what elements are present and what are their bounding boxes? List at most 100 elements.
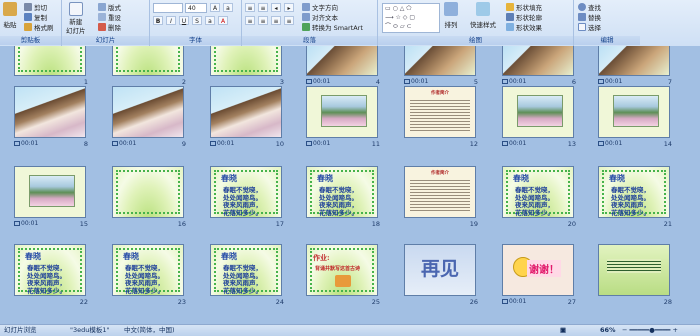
- slide-number: 12: [469, 140, 478, 148]
- slide-thumbnail[interactable]: 作者简介: [404, 166, 476, 218]
- slides-group: 新建 幻灯片 版式 重设 删除 幻灯片: [62, 0, 150, 46]
- copy-icon: [24, 13, 32, 21]
- slide-number: 7: [667, 78, 672, 86]
- slide-thumbnail[interactable]: [502, 46, 574, 76]
- slide-thumbnail[interactable]: [14, 46, 86, 76]
- delete-slide-button[interactable]: 删除: [98, 22, 121, 32]
- status-view: 幻灯片浏览: [4, 326, 37, 334]
- slide-thumbnail[interactable]: 作业: 背诵并默写这首古诗: [306, 244, 378, 296]
- decrease-indent-button[interactable]: ◂: [271, 3, 281, 12]
- slide-thumbnail[interactable]: 春晓 春眠不觉晓， 处处闻啼鸟。 夜来风雨声， 花落知多少。: [502, 166, 574, 218]
- slide-thumbnail[interactable]: [210, 86, 282, 138]
- slide-thumbnail[interactable]: [598, 46, 670, 76]
- book-icon: [335, 275, 351, 287]
- slide-title: 作者简介: [431, 91, 449, 96]
- numbering-button[interactable]: ≡: [258, 3, 268, 12]
- align-left-button[interactable]: ≡: [245, 16, 255, 25]
- grow-font-button[interactable]: A: [210, 3, 220, 12]
- bold-button[interactable]: B: [153, 16, 163, 25]
- new-slide-button[interactable]: 新建 幻灯片: [66, 2, 86, 35]
- slide-title: 作者简介: [431, 171, 449, 176]
- italic-button[interactable]: I: [166, 16, 176, 25]
- slide-title: 春晓: [317, 173, 333, 183]
- strikethrough-button[interactable]: a: [205, 16, 215, 25]
- slide-timing: 00:01: [502, 78, 526, 85]
- shrink-font-button[interactable]: a: [223, 3, 233, 12]
- format-painter-button[interactable]: 格式刷: [24, 22, 54, 32]
- slide-thumbnail[interactable]: 春晓 春眠不觉晓， 处处闻啼鸟。 夜来风雨声， 花落知多少。: [210, 166, 282, 218]
- text-direction-button[interactable]: 文字方向: [302, 2, 338, 12]
- justify-button[interactable]: ≡: [284, 16, 294, 25]
- slide-thumbnail[interactable]: [112, 166, 184, 218]
- slide-thumbnail[interactable]: 再见: [404, 244, 476, 296]
- paste-button[interactable]: 粘贴: [3, 2, 17, 29]
- poem-line: 花落知多少。: [319, 208, 358, 217]
- select-button[interactable]: 选择: [578, 22, 601, 32]
- transition-icon: [598, 141, 604, 146]
- slide-sorter[interactable]: 1 2 3 4 00:01 5 00:01 6 00:01 7 00:01 8 00:01 9 00:01 1…: [0, 46, 700, 324]
- align-text-icon: [302, 13, 310, 21]
- slide-thumbnail[interactable]: [112, 86, 184, 138]
- slide-thumbnail[interactable]: 春晓 春眠不觉晓， 处处闻啼鸟。 夜来风雨声， 花落知多少。: [306, 166, 378, 218]
- group-label: 编辑: [574, 36, 640, 45]
- slide-thumbnail[interactable]: 春晓 春眠不觉晓， 处处闻啼鸟。 夜来风雨声， 花落知多少。: [210, 244, 282, 296]
- slide-number: 22: [79, 298, 88, 306]
- slide-thumbnail[interactable]: [14, 86, 86, 138]
- slide-time: 00:01: [411, 78, 429, 85]
- slide-thumbnail[interactable]: [306, 86, 378, 138]
- slide-thumbnail[interactable]: 作者简介: [404, 86, 476, 138]
- zoom-level: 66%: [600, 326, 616, 334]
- slide-number: 25: [371, 298, 380, 306]
- slide-thumbnail[interactable]: [404, 46, 476, 76]
- zoom-slider[interactable]: − ━━━━━●━━━━ +: [622, 325, 678, 336]
- cut-button[interactable]: 剪切: [24, 2, 47, 12]
- underline-button[interactable]: U: [179, 16, 189, 25]
- shape-outline-button[interactable]: 形状轮廓: [506, 12, 542, 22]
- slide-thumbnail[interactable]: [598, 244, 670, 296]
- poem-line: 花落知多少。: [223, 286, 262, 295]
- slide-thumbnail[interactable]: [306, 46, 378, 76]
- drawing-group: ▭ ○ △ ⬠ ⟶ ☆ ◇ ▢ ⌒ ⬭ ▱ ⊂ 排列 快速样式 形状填充 形状轮廓 …: [378, 0, 574, 46]
- slide-timing: 00:01: [502, 140, 526, 147]
- transition-icon: [306, 79, 312, 84]
- transition-icon: [210, 141, 216, 146]
- find-button[interactable]: 查找: [578, 2, 601, 12]
- slide-timing: 00:01: [14, 220, 38, 227]
- clipboard-group: 粘贴 剪切 复制 格式刷 剪贴板: [0, 0, 62, 46]
- font-color-button[interactable]: A: [218, 16, 228, 25]
- shapes-gallery[interactable]: ▭ ○ △ ⬠ ⟶ ☆ ◇ ▢ ⌒ ⬭ ▱ ⊂: [382, 3, 440, 33]
- copy-button[interactable]: 复制: [24, 12, 47, 22]
- list-buttons: ≡ ≡ ◂ ▸: [245, 3, 295, 12]
- increase-indent-button[interactable]: ▸: [284, 3, 294, 12]
- slide-thumbnail[interactable]: [14, 166, 86, 218]
- layout-button[interactable]: 版式: [98, 2, 121, 12]
- font-group: 40 Aa BIUSaA 字体: [150, 0, 242, 46]
- slide-thumbnail[interactable]: [210, 46, 282, 76]
- find-icon: [578, 3, 586, 11]
- slide-subtitle: 背诵并默写这首古诗: [315, 266, 361, 272]
- shape-fill-button[interactable]: 形状填充: [506, 2, 542, 12]
- slide-thumbnail[interactable]: [502, 86, 574, 138]
- align-right-button[interactable]: ≡: [271, 16, 281, 25]
- quick-styles-button[interactable]: 快速样式: [470, 2, 496, 29]
- font-size-combo[interactable]: 40: [185, 3, 207, 13]
- slide-thumbnail[interactable]: [598, 86, 670, 138]
- slide-timing: 00:01: [112, 140, 136, 147]
- slide-thumbnail[interactable]: 春晓 春眠不觉晓， 处处闻啼鸟。 夜来风雨声， 花落知多少。: [14, 244, 86, 296]
- align-text-button[interactable]: 对齐文本: [302, 12, 338, 22]
- bullets-button[interactable]: ≡: [245, 3, 255, 12]
- slideshow-button[interactable]: ▭: [560, 325, 566, 336]
- reset-button[interactable]: 重设: [98, 12, 121, 22]
- shape-effects-button[interactable]: 形状效果: [506, 22, 542, 32]
- shadow-button[interactable]: S: [192, 16, 202, 25]
- slide-thumbnail[interactable]: 春晓 春眠不觉晓， 处处闻啼鸟。 夜来风雨声， 花落知多少。: [112, 244, 184, 296]
- slide-thumbnail[interactable]: 谢谢！: [502, 244, 574, 296]
- font-name-combo[interactable]: [153, 3, 183, 13]
- arrange-button[interactable]: 排列: [444, 2, 458, 29]
- slide-thumbnail[interactable]: [112, 46, 184, 76]
- align-center-button[interactable]: ≡: [258, 16, 268, 25]
- slide-border: [116, 170, 180, 214]
- replace-button[interactable]: 替换: [578, 12, 601, 22]
- slide-thumbnail[interactable]: 春晓 春眠不觉晓， 处处闻啼鸟。 夜来风雨声， 花落知多少。: [598, 166, 670, 218]
- convert-smartart-button[interactable]: 转换为 SmartArt: [302, 22, 363, 32]
